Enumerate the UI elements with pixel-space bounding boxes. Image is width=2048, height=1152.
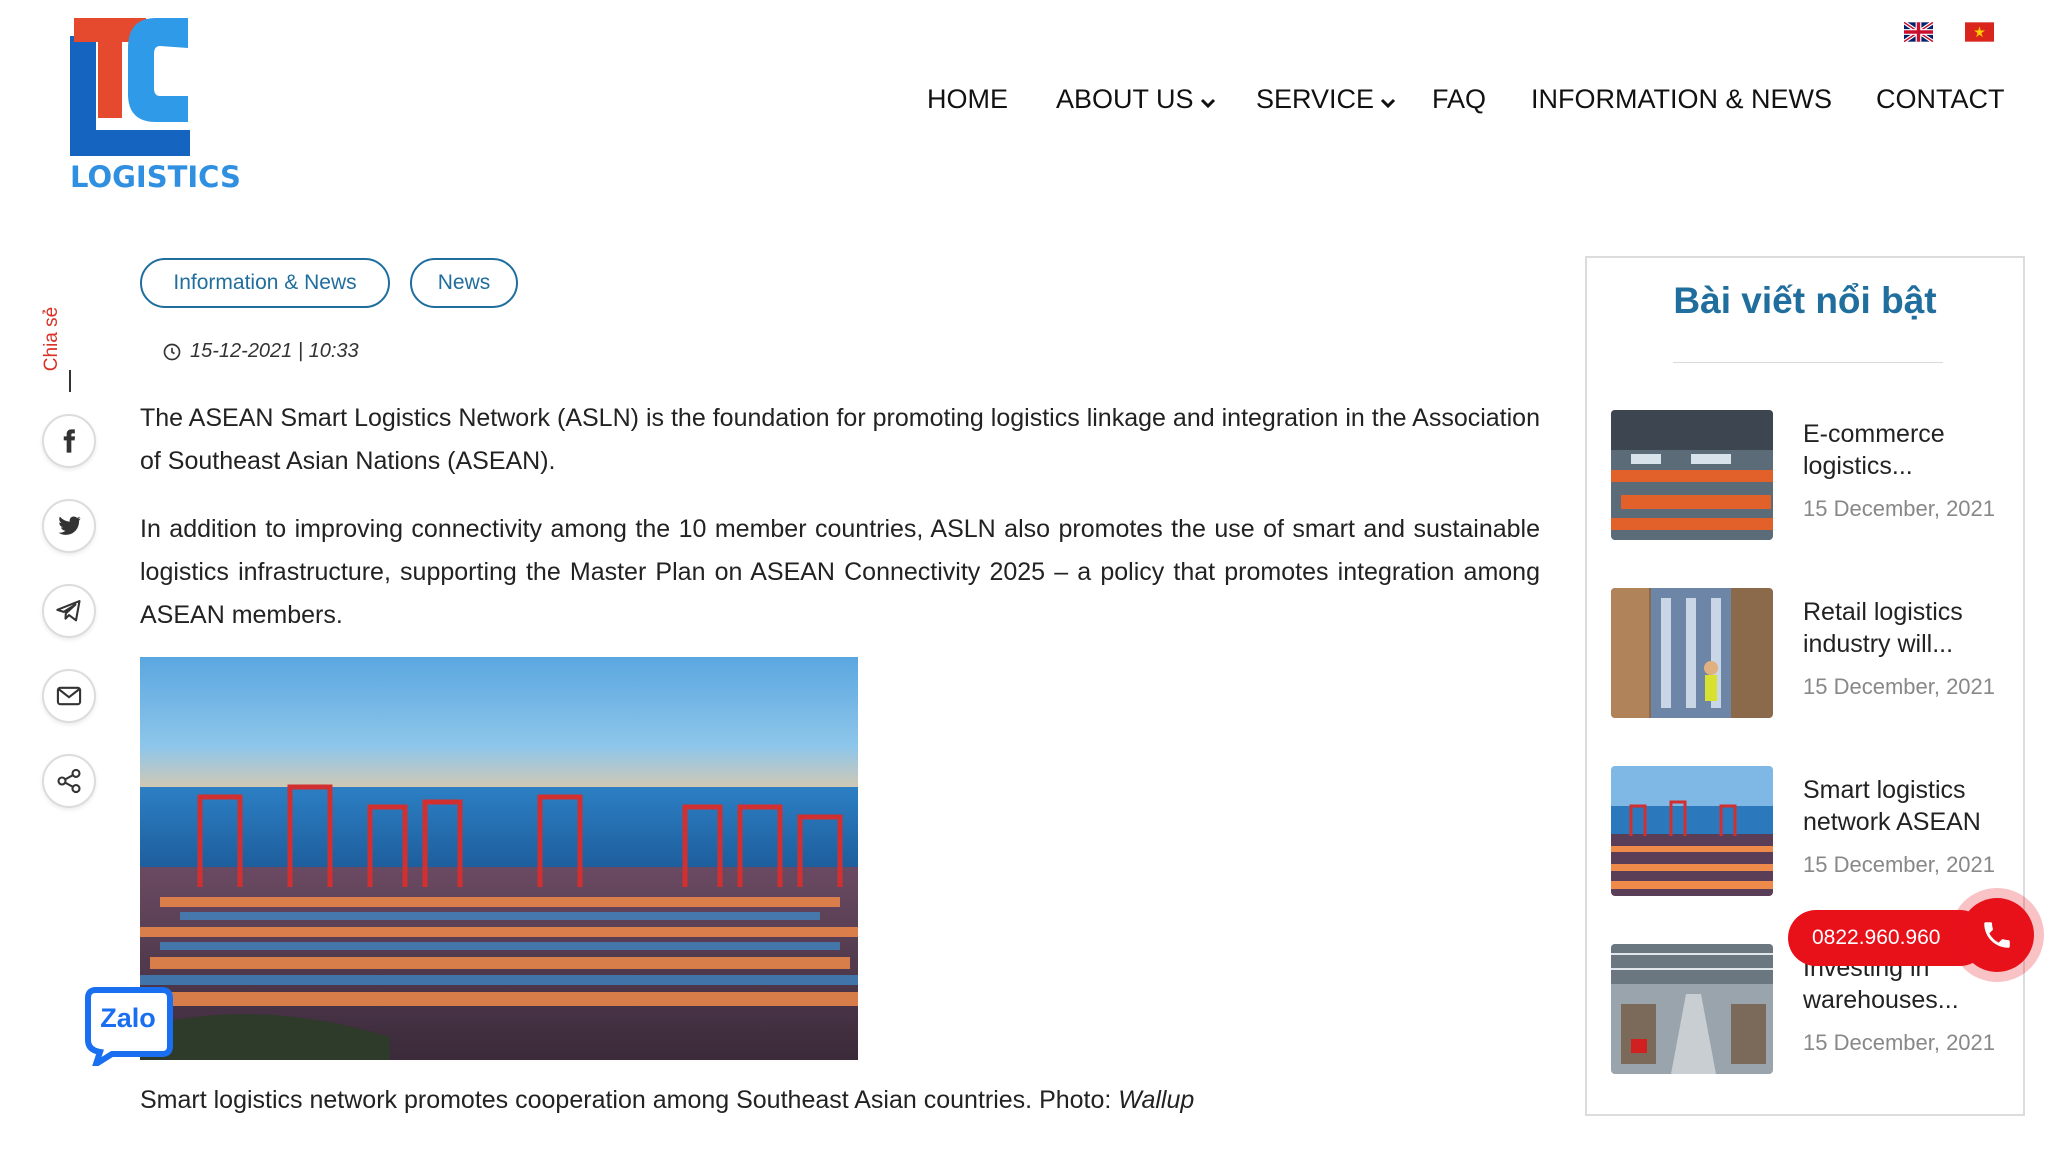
hotline-number: 0822.960.960 xyxy=(1812,926,1941,949)
phone-icon xyxy=(1984,922,2010,948)
share-more-button[interactable] xyxy=(42,754,96,808)
featured-posts-sidebar: Bài viết nổi bật E-commerce logistics...… xyxy=(1585,256,2025,1116)
facebook-icon xyxy=(63,429,76,453)
nav-about-us[interactable]: ABOUT US xyxy=(1056,84,1216,115)
post-title[interactable]: Smart logistics network ASEAN xyxy=(1803,774,2013,838)
share-divider xyxy=(69,370,71,392)
share-label: Chia sẻ xyxy=(41,306,63,372)
email-icon xyxy=(56,686,82,706)
uk-flag-icon[interactable] xyxy=(1902,20,1935,44)
vietnam-flag-icon[interactable] xyxy=(1965,22,1994,42)
sidebar-title: Bài viết nổi bật xyxy=(1673,280,1937,321)
post-thumbnail[interactable] xyxy=(1611,766,1773,896)
share-facebook-button[interactable] xyxy=(42,414,96,468)
clock-icon xyxy=(163,343,181,360)
logo-text: LOGISTICS xyxy=(70,160,241,194)
twitter-icon xyxy=(58,516,81,535)
sidebar-divider xyxy=(1673,362,1943,363)
post-date: 15 December, 2021 xyxy=(1803,852,1996,877)
nav-faq[interactable]: FAQ xyxy=(1432,84,1486,115)
post-date: 15 December, 2021 xyxy=(1803,674,1996,699)
tag-news[interactable]: News xyxy=(410,258,518,308)
share-icon xyxy=(57,768,81,794)
call-button-inner xyxy=(1960,898,2034,972)
chevron-down-icon xyxy=(1200,98,1215,108)
chevron-down-icon xyxy=(1380,98,1396,108)
call-button[interactable] xyxy=(1950,888,2044,982)
featured-post[interactable]: Smart logistics network ASEAN 15 Decembe… xyxy=(1611,766,2011,896)
article-image-port xyxy=(140,657,858,1060)
ltc-logo-mark xyxy=(70,18,190,156)
telegram-icon xyxy=(56,600,81,622)
image-caption: Smart logistics network promotes coopera… xyxy=(140,1086,1195,1114)
article-paragraph: The ASEAN Smart Logistics Network (ASLN)… xyxy=(140,404,1540,475)
post-title[interactable]: Retail logistics industry will... xyxy=(1803,596,2013,660)
post-thumbnail[interactable] xyxy=(1611,588,1773,718)
post-thumbnail[interactable] xyxy=(1611,410,1773,540)
article-paragraph: In addition to improving connectivity am… xyxy=(140,515,1540,629)
post-date: 15 December, 2021 xyxy=(1803,496,1996,521)
featured-post[interactable]: Retail logistics industry will... 15 Dec… xyxy=(1611,588,2011,718)
article-date: 15-12-2021 | 10:33 xyxy=(162,340,359,363)
nav-contact[interactable]: CONTACT xyxy=(1876,84,2005,115)
post-title[interactable]: E-commerce logistics... xyxy=(1803,418,2013,482)
zalo-chat-button[interactable]: Zalo xyxy=(82,986,174,1071)
share-twitter-button[interactable] xyxy=(42,499,96,553)
share-telegram-button[interactable] xyxy=(42,584,96,638)
post-thumbnail[interactable] xyxy=(1611,944,1773,1074)
post-date: 15 December, 2021 xyxy=(1803,1030,1996,1055)
share-email-button[interactable] xyxy=(42,669,96,723)
zalo-label: Zalo xyxy=(100,1003,156,1033)
nav-service[interactable]: SERVICE xyxy=(1256,84,1396,115)
tag-information-news[interactable]: Information & News xyxy=(140,258,390,308)
featured-post[interactable]: E-commerce logistics... 15 December, 202… xyxy=(1611,410,2011,540)
nav-information-news[interactable]: INFORMATION & NEWS xyxy=(1531,84,1832,115)
site-logo[interactable]: LOGISTICS xyxy=(70,18,241,198)
nav-home[interactable]: HOME xyxy=(927,84,1008,115)
caption-source: Wallup xyxy=(1118,1086,1195,1114)
